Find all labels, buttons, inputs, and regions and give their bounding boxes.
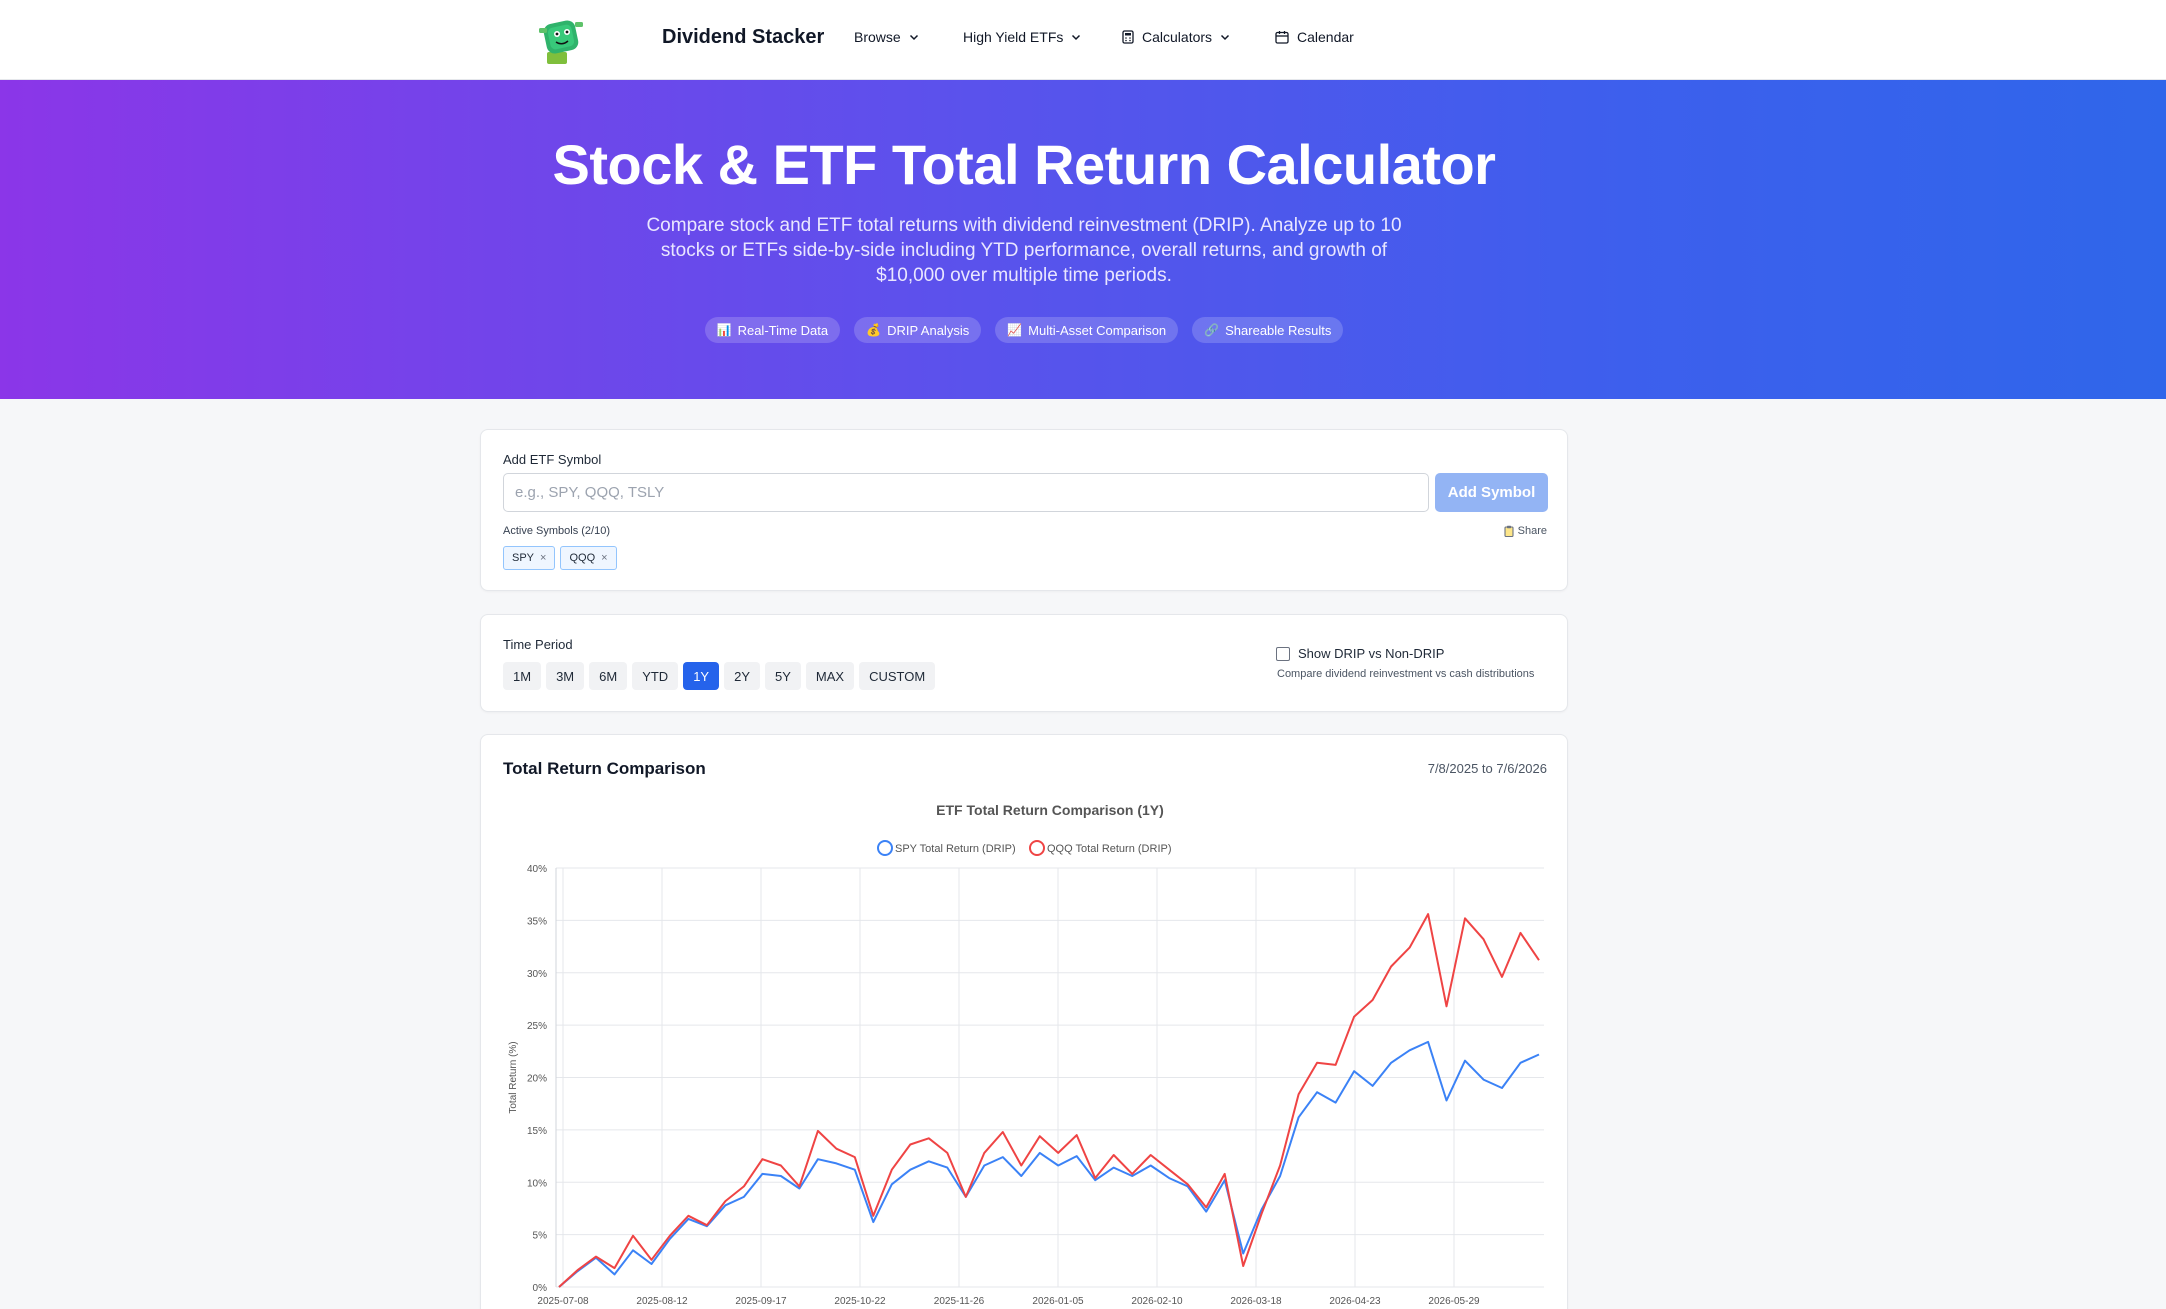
time-period-label: Time Period: [503, 637, 573, 652]
period-button-3m[interactable]: 3M: [546, 662, 585, 690]
x-tick-label: 2025-10-22: [834, 1296, 886, 1307]
nav-high-yield-label: High Yield ETFs: [963, 29, 1064, 45]
drip-toggle[interactable]: Show DRIP vs Non-DRIP: [1276, 646, 1444, 661]
period-button-ytd[interactable]: YTD: [632, 662, 679, 690]
period-button-5y[interactable]: 5Y: [765, 662, 801, 690]
x-tick-label: 2025-09-17: [735, 1296, 787, 1307]
drip-toggle-label: Show DRIP vs Non-DRIP: [1298, 646, 1445, 661]
nav-calculators[interactable]: Calculators: [1122, 29, 1230, 45]
symbol-card: Add ETF Symbol Add Symbol Active Symbols…: [480, 429, 1568, 591]
period-button-custom[interactable]: CUSTOM: [859, 662, 936, 690]
y-tick-label: 25%: [527, 1021, 547, 1032]
y-axis-label: Total Return (%): [508, 1041, 519, 1113]
hero-title: Stock & ETF Total Return Calculator: [552, 133, 1496, 196]
symbol-input[interactable]: [503, 473, 1429, 512]
trend-up-icon: 📈: [1007, 323, 1023, 337]
hero-subtitle: Compare stock and ETF total returns with…: [646, 215, 1402, 286]
y-tick-label: 30%: [527, 969, 547, 980]
legend-label: QQQ Total Return (DRIP): [1047, 843, 1172, 855]
total-return-chart[interactable]: ETF Total Return Comparison (1Y) SPY Tota…: [481, 735, 1569, 1309]
period-card: Time Period 1M 3M 6M YTD 1Y 2Y 5Y MAX CU…: [480, 614, 1568, 712]
nav-calculators-label: Calculators: [1142, 29, 1213, 45]
hero-banner: Stock & ETF Total Return Calculator Comp…: [0, 80, 2166, 399]
remove-symbol-icon[interactable]: ×: [540, 552, 546, 564]
period-button-2y[interactable]: 2Y: [724, 662, 760, 690]
calculator-icon: [1122, 30, 1134, 44]
symbol-chip: SPY ×: [503, 546, 556, 570]
feature-label: Real-Time Data: [737, 322, 829, 338]
money-bag-icon: 💰: [866, 323, 882, 337]
drip-checkbox[interactable]: [1276, 646, 1290, 661]
y-tick-label: 20%: [527, 1074, 547, 1085]
share-label: Share: [1517, 525, 1547, 537]
x-tick-label: 2025-11-26: [934, 1296, 985, 1307]
legend-label: SPY Total Return (DRIP): [895, 843, 1016, 855]
brand-name[interactable]: Dividend Stacker: [662, 26, 824, 49]
feature-pill-multi-asset: 📈 Multi-Asset Comparison: [995, 317, 1179, 343]
x-tick-label: 2026-05-29: [1428, 1296, 1480, 1307]
y-tick-label: 0%: [533, 1283, 548, 1294]
nav-calendar-label: Calendar: [1297, 29, 1354, 45]
x-tick-label: 2026-01-05: [1032, 1296, 1084, 1307]
x-tick-label: 2026-03-18: [1230, 1296, 1282, 1307]
add-symbol-label: Add ETF Symbol: [503, 452, 602, 467]
y-tick-label: 35%: [527, 916, 547, 927]
link-icon: 🔗: [1204, 323, 1220, 337]
feature-label: Multi-Asset Comparison: [1028, 322, 1167, 338]
chart-card: Total Return Comparison 7/8/2025 to 7/6/…: [480, 734, 1568, 1309]
chevron-down-icon: [1221, 34, 1230, 41]
x-tick-label: 2025-07-08: [537, 1296, 589, 1307]
nav-calendar[interactable]: Calendar: [1275, 29, 1354, 45]
legend-marker: [1029, 840, 1045, 856]
period-button-1y[interactable]: 1Y: [683, 662, 720, 690]
chevron-down-icon: [1072, 34, 1081, 41]
feature-pill-drip: 💰 DRIP Analysis: [854, 317, 982, 343]
period-button-6m[interactable]: 6M: [589, 662, 628, 690]
feature-label: DRIP Analysis: [887, 322, 970, 338]
y-tick-label: 40%: [527, 864, 547, 875]
add-symbol-button[interactable]: Add Symbol: [1435, 473, 1548, 512]
period-buttons: 1M 3M 6M YTD 1Y 2Y 5Y MAX CUSTOM: [503, 662, 936, 690]
share-button[interactable]: Share: [1504, 525, 1547, 537]
feature-label: Shareable Results: [1225, 322, 1332, 338]
nav-high-yield-etfs[interactable]: High Yield ETFs: [963, 29, 1081, 45]
clipboard-icon: [1504, 525, 1514, 537]
x-tick-label: 2026-04-23: [1329, 1296, 1381, 1307]
active-symbols-label: Active Symbols (2/10): [503, 525, 610, 537]
spy-return-line: [558, 1040, 1540, 1288]
y-tick-label: 5%: [533, 1231, 548, 1242]
qqq-return-line: [558, 913, 1540, 1288]
symbol-chip-label: SPY: [512, 552, 535, 564]
nav-browse[interactable]: Browse: [854, 29, 919, 45]
chart-title: ETF Total Return Comparison (1Y): [936, 802, 1164, 818]
chevron-down-icon: [909, 34, 918, 41]
x-tick-label: 2025-08-12: [636, 1296, 688, 1307]
feature-pills: 📊 Real-Time Data 💰 DRIP Analysis 📈 Multi-As…: [0, 317, 2048, 343]
symbol-chip: QQQ ×: [560, 546, 617, 570]
active-symbol-chips: SPY × QQQ ×: [503, 546, 617, 570]
nav-browse-label: Browse: [854, 29, 901, 45]
remove-symbol-icon[interactable]: ×: [601, 552, 607, 564]
feature-pill-shareable: 🔗 Shareable Results: [1192, 317, 1344, 343]
feature-pill-real-time: 📊 Real-Time Data: [704, 317, 841, 343]
symbol-chip-label: QQQ: [569, 552, 596, 564]
top-nav: Dividend Stacker Browse High Yield ETFs …: [0, 0, 2166, 80]
legend-marker: [877, 840, 893, 856]
y-tick-label: 15%: [527, 1126, 547, 1137]
chart-icon: 📊: [716, 323, 732, 337]
y-tick-label: 10%: [527, 1178, 547, 1189]
period-button-max[interactable]: MAX: [805, 662, 855, 690]
logo-icon[interactable]: [537, 14, 585, 66]
period-button-1m[interactable]: 1M: [503, 662, 542, 690]
drip-note: Compare dividend reinvestment vs cash di…: [1277, 668, 1535, 680]
x-tick-label: 2026-02-10: [1131, 1296, 1183, 1307]
calendar-icon: [1275, 31, 1289, 44]
